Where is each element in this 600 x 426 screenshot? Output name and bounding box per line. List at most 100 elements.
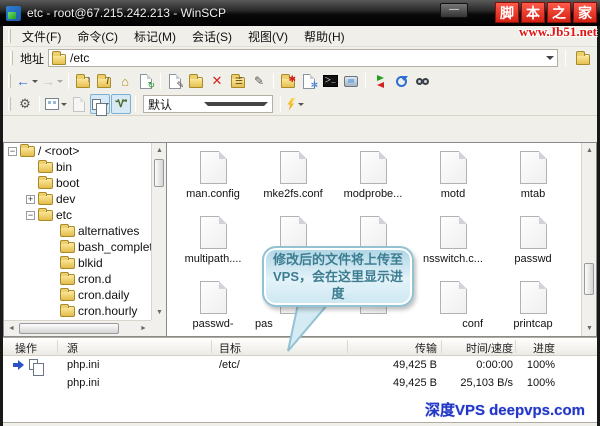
separator bbox=[273, 73, 274, 89]
parent-directory-button[interactable]: ↑ bbox=[73, 71, 93, 91]
file-item[interactable]: printcap bbox=[493, 275, 573, 337]
computer-icon bbox=[344, 76, 358, 87]
directory-tree-panel: / <root> bin boot dev etc alternatives b… bbox=[3, 142, 166, 337]
file-item[interactable]: multipath.... bbox=[173, 210, 253, 275]
folder-icon bbox=[60, 306, 75, 317]
forward-button[interactable]: → bbox=[40, 71, 64, 91]
tree-item-blkid[interactable]: blkid bbox=[4, 255, 151, 271]
menu-view[interactable]: 视图(V) bbox=[240, 26, 296, 47]
tree-horizontal-scrollbar[interactable]: ◄ ► bbox=[4, 320, 151, 336]
file-item[interactable]: passwd bbox=[493, 210, 573, 275]
home-directory-button[interactable]: ⌂ bbox=[115, 71, 135, 91]
scrollbar-thumb[interactable] bbox=[154, 159, 164, 187]
menu-mark[interactable]: 标记(M) bbox=[126, 26, 184, 47]
refresh-directory-button[interactable]: ↻ bbox=[136, 71, 156, 91]
queue-row[interactable]: php.ini 49,425 B 25,103 B/s 100% bbox=[3, 374, 597, 392]
minimize-button[interactable]: — bbox=[440, 3, 468, 18]
tree-item-bin[interactable]: bin bbox=[4, 159, 151, 175]
edit-file-button[interactable]: ✎ bbox=[165, 71, 185, 91]
address-combobox[interactable]: /etc bbox=[48, 49, 558, 67]
menu-session[interactable]: 会话(S) bbox=[184, 26, 240, 47]
open-file-button[interactable] bbox=[186, 71, 206, 91]
expand-icon[interactable] bbox=[26, 195, 35, 204]
profile-value: 默认 bbox=[148, 96, 204, 113]
chevron-down-icon[interactable] bbox=[57, 80, 63, 83]
collapse-icon[interactable] bbox=[8, 147, 17, 156]
tree-item-label: bin bbox=[56, 160, 72, 174]
transfer-settings-button[interactable] bbox=[285, 94, 305, 114]
delete-button[interactable]: ✕ bbox=[207, 71, 227, 91]
column-target[interactable]: 目标 bbox=[219, 340, 241, 356]
tree-item-root[interactable]: / <root> bbox=[4, 143, 151, 159]
scroll-left-icon[interactable]: ◄ bbox=[4, 321, 19, 336]
file-item[interactable]: modprobe... bbox=[333, 145, 413, 210]
chevron-down-icon[interactable] bbox=[204, 102, 268, 106]
folder-icon bbox=[60, 258, 75, 269]
menu-file[interactable]: 文件(F) bbox=[14, 26, 69, 47]
new-folder-button[interactable]: ✱ bbox=[278, 71, 298, 91]
column-time-speed[interactable]: 时间/速度 bbox=[443, 340, 513, 356]
file-item[interactable]: man.config bbox=[173, 145, 253, 210]
rename-button[interactable]: ✎ bbox=[249, 71, 269, 91]
find-files-button[interactable] bbox=[412, 71, 432, 91]
tree-item-cron-hourly[interactable]: cron.hourly bbox=[4, 303, 151, 319]
scrollbar-thumb[interactable] bbox=[584, 263, 594, 295]
menu-help[interactable]: 帮助(H) bbox=[296, 26, 353, 47]
tree-item-alternatives[interactable]: alternatives bbox=[4, 223, 151, 239]
column-transferred[interactable]: 传输 bbox=[355, 340, 437, 356]
scroll-down-icon[interactable]: ▼ bbox=[152, 305, 166, 320]
folder-icon bbox=[60, 274, 75, 285]
session-profile-combobox[interactable]: 默认 bbox=[143, 95, 273, 113]
scrollbar-thumb[interactable] bbox=[19, 323, 119, 334]
custom-command-button[interactable]: ✲ bbox=[299, 71, 319, 91]
tree-item-dev[interactable]: dev bbox=[4, 191, 151, 207]
files-vertical-scrollbar[interactable]: ▲ ▼ bbox=[581, 143, 596, 336]
tree-item-bash-completion[interactable]: bash_completion bbox=[4, 239, 151, 255]
open-directory-button[interactable] bbox=[573, 48, 593, 68]
tree-item-cron-d[interactable]: cron.d bbox=[4, 271, 151, 287]
file-item[interactable]: conf bbox=[413, 275, 493, 337]
file-item[interactable]: mke2fs.conf bbox=[253, 145, 333, 210]
icons-view-button[interactable] bbox=[90, 94, 110, 114]
pencil-icon: ✎ bbox=[254, 74, 264, 88]
scroll-up-icon[interactable]: ▲ bbox=[582, 143, 597, 158]
synchronize-button[interactable] bbox=[370, 71, 390, 91]
console-button[interactable]: ＞_ bbox=[320, 71, 340, 91]
tree-item-label: / <root> bbox=[38, 144, 79, 158]
file-item[interactable]: motd bbox=[413, 145, 493, 210]
file-item[interactable]: mtab bbox=[493, 145, 573, 210]
root-directory-button[interactable]: / bbox=[94, 71, 114, 91]
back-button[interactable]: ← bbox=[15, 71, 39, 91]
column-operation[interactable]: 操作 bbox=[15, 340, 37, 356]
file-icon bbox=[200, 216, 227, 249]
tree-item-cron-daily[interactable]: cron.daily bbox=[4, 287, 151, 303]
tree-vertical-scrollbar[interactable]: ▲ ▼ bbox=[151, 143, 166, 320]
queue-time: 25,103 B/s bbox=[443, 377, 513, 389]
file-item[interactable]: passwd- bbox=[173, 275, 253, 337]
tree-item-boot[interactable]: boot bbox=[4, 175, 151, 191]
properties-button[interactable]: ☰ bbox=[228, 71, 248, 91]
scroll-down-icon[interactable]: ▼ bbox=[582, 321, 597, 336]
chevron-down-icon[interactable] bbox=[546, 56, 554, 60]
scroll-right-icon[interactable]: ► bbox=[136, 321, 151, 336]
scroll-up-icon[interactable]: ▲ bbox=[152, 143, 166, 158]
annotation-bubble: 修改后的文件将上传至VPS，会在这里显示进度 bbox=[262, 246, 414, 307]
queue-row[interactable]: php.ini /etc/ 49,425 B 0:00:00 100% bbox=[3, 356, 597, 374]
separator bbox=[68, 73, 69, 89]
chevron-down-icon[interactable] bbox=[61, 103, 67, 106]
file-item[interactable]: nsswitch.c... bbox=[413, 210, 493, 275]
tree-toggle-button[interactable]: Ꮙ bbox=[111, 94, 131, 114]
chevron-down-icon[interactable] bbox=[298, 103, 304, 106]
file-icon bbox=[360, 216, 387, 249]
column-source[interactable]: 源 bbox=[67, 340, 78, 356]
view-style-button[interactable] bbox=[44, 94, 68, 114]
collapse-icon[interactable] bbox=[26, 211, 35, 220]
file-label: man.config bbox=[173, 188, 253, 200]
refresh-remote-button[interactable] bbox=[391, 71, 411, 91]
chevron-down-icon[interactable] bbox=[32, 80, 38, 83]
tree-item-etc[interactable]: etc bbox=[4, 207, 151, 223]
menu-commands[interactable]: 命令(C) bbox=[69, 26, 126, 47]
preferences-button[interactable]: ⚙ bbox=[15, 94, 35, 114]
remote-computer-button[interactable] bbox=[341, 71, 361, 91]
column-progress[interactable]: 进度 bbox=[517, 340, 555, 356]
